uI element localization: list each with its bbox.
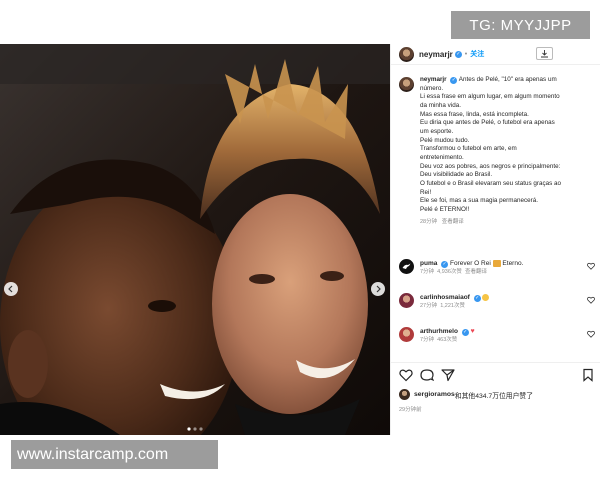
caption-line: Deu voz aos pobres, aos negros e princip… [420, 162, 561, 170]
caption-line: Transformou o futebol em arte, em [420, 145, 517, 153]
verified-badge-icon: ✓ [441, 261, 449, 268]
comment-text: Forever O Rei [449, 260, 491, 267]
comment-item: arthurhmelo ✓ ♥ 7分钟 463次赞 [399, 327, 595, 345]
liker-avatar[interactable] [399, 389, 410, 400]
caption-line: Deu visibilidade ao Brasil. [420, 171, 493, 179]
chevron-right-icon [376, 285, 381, 293]
caption-line: Rei! [420, 188, 432, 196]
follow-button[interactable]: 关注 [470, 49, 484, 59]
download-button[interactable] [536, 47, 553, 60]
bookmark-icon[interactable] [581, 368, 595, 382]
comment-likes[interactable]: 463次赞 [437, 337, 457, 343]
comment-username[interactable]: carlinhosmaiaof [420, 294, 470, 301]
like-comment-heart-icon[interactable] [587, 262, 595, 270]
see-translation-link[interactable]: 查看翻译 [465, 269, 487, 275]
caption-meta: 28分钟 查看翻译 [420, 218, 561, 227]
download-icon [541, 50, 548, 58]
caption-line: Ele se foi, mas a sua magia permanecerá. [420, 197, 538, 205]
verified-badge-icon: ✓ [454, 50, 462, 58]
caption-line: Li essa frase em algum lugar, em algum m… [420, 93, 560, 101]
chevron-left-icon [8, 285, 13, 293]
caption-line: entretenimento. [420, 153, 464, 161]
see-translation-link[interactable]: 查看翻译 [442, 219, 464, 225]
comment-text-secondary: Eterno. [502, 260, 524, 267]
comment-avatar[interactable] [399, 293, 414, 308]
comment-likes[interactable]: 1,221次赞 [440, 303, 465, 309]
caption-line: O futebol e o Brasil elevaram seu status… [420, 179, 562, 187]
telegram-watermark: TG: MYYJJPP [451, 11, 590, 39]
verified-badge-icon: ✓ [450, 77, 458, 84]
caption-line: Antes de Pelé, "10" era apenas um [458, 76, 557, 83]
site-watermark: www.instarcamp.com [11, 440, 218, 469]
crown-emoji-icon [492, 259, 501, 267]
like-comment-heart-icon[interactable] [587, 330, 595, 338]
comment-time: 7分钟 [420, 337, 435, 343]
post-date: 29分钟前 [399, 407, 422, 413]
like-heart-icon[interactable] [399, 368, 413, 382]
post-photo[interactable] [0, 44, 390, 435]
caption-time: 28分钟 [420, 218, 438, 225]
comment-icon[interactable] [420, 368, 434, 382]
caption-username[interactable]: neymarjr [420, 76, 447, 83]
post-details-panel: neymarjr ✓ • 关注 neymarjr ✓ Antes de Pelé… [390, 44, 600, 435]
post-header: neymarjr ✓ • 关注 [391, 44, 600, 65]
likes-summary: sergioramos 和其他434.7万位用户赞了 [399, 389, 533, 400]
likes-count-text[interactable]: 和其他434.7万位用户赞了 [455, 390, 533, 400]
author-username[interactable]: neymarjr [419, 50, 453, 59]
caption-line: Mas essa frase, linda, está incompleta. [420, 110, 529, 118]
caption-avatar[interactable] [399, 77, 414, 92]
puma-logo-icon [402, 263, 411, 269]
comment-time: 7分钟 [420, 269, 435, 275]
author-avatar[interactable] [399, 46, 414, 62]
comment-username[interactable]: arthurhmelo [420, 328, 458, 335]
caption-line: número. [420, 84, 444, 92]
next-photo-button[interactable] [371, 282, 385, 296]
caption-line: Pelé mudou tudo. [420, 136, 470, 144]
comment-likes[interactable]: 4,936次赞 [437, 269, 462, 275]
verified-badge-icon: ✓ [461, 329, 469, 336]
crying-face-emoji-icon [482, 293, 490, 301]
liker-username[interactable]: sergioramos [414, 391, 455, 398]
comment-avatar[interactable] [399, 259, 414, 274]
photo-illustration [0, 44, 390, 435]
post-actions [399, 368, 595, 384]
verified-badge-icon: ✓ [473, 295, 481, 302]
share-icon[interactable] [441, 368, 455, 382]
comment-item: puma ✓ Forever O Rei Eterno. 7分钟 4,936次赞… [399, 259, 595, 277]
comment-time: 27分钟 [420, 303, 438, 309]
actions-divider [391, 362, 600, 363]
comment-item: carlinhosmaiaof ✓ 27分钟 1,221次赞 [399, 293, 595, 311]
red-heart-emoji-icon: ♥ [470, 328, 475, 335]
comment-username[interactable]: puma [420, 260, 437, 267]
caption-line: Pelé é ETERNO!! [420, 205, 470, 213]
caption-line: Eu diria que antes de Pelé, o futebol er… [420, 119, 555, 127]
post-caption: neymarjr ✓ Antes de Pelé, "10" era apena… [399, 76, 597, 226]
previous-photo-button[interactable] [4, 282, 18, 296]
separator-dot: • [464, 50, 468, 58]
caption-line: um esporte. [420, 127, 454, 135]
caption-line: da minha vida. [420, 101, 461, 109]
like-comment-heart-icon[interactable] [587, 296, 595, 304]
comment-avatar[interactable] [399, 327, 414, 342]
